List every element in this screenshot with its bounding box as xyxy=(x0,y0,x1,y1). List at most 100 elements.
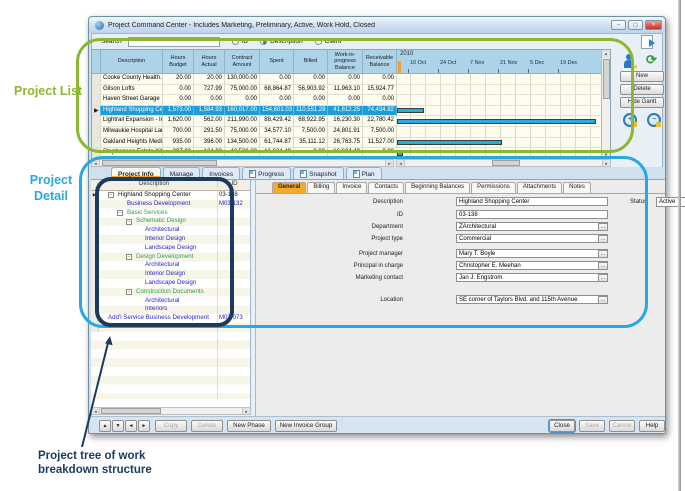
zoom-in-icon[interactable]: + xyxy=(623,113,637,127)
tree-node-label[interactable]: Highland Shopping Center xyxy=(118,191,191,200)
value-cell[interactable]: 211,990.00 xyxy=(225,116,260,127)
tree-node-label[interactable]: Add'l Service Business Development xyxy=(108,314,209,323)
scroll-left-icon[interactable]: ◄ xyxy=(92,160,100,166)
tree-node-label[interactable]: Design Development xyxy=(136,253,193,262)
gantt-hscrollbar[interactable]: ◄► xyxy=(396,159,611,167)
lookup-button[interactable]: … xyxy=(598,250,608,258)
scroll-right-icon[interactable]: ► xyxy=(385,160,393,166)
value-cell[interactable]: 41,612.25 xyxy=(328,106,363,117)
tree-row-selector[interactable] xyxy=(91,200,99,209)
new-invoice-group-button[interactable]: New Invoice Group xyxy=(275,420,337,432)
tree-node[interactable]: Business DevelopmentM03-132 xyxy=(91,200,250,209)
tree-collapse-icon[interactable]: − xyxy=(126,219,132,225)
subtab-notes[interactable]: Notes xyxy=(563,182,591,193)
tree-row-selector[interactable] xyxy=(91,297,99,306)
value-cell[interactable]: 0.00 xyxy=(363,74,397,85)
value-cell[interactable]: 75,000.00 xyxy=(225,85,260,96)
value-cell[interactable]: 1,620.00 xyxy=(163,116,194,127)
tree-node[interactable]: Interior Design xyxy=(91,235,250,244)
tree-node-label[interactable]: Business Development xyxy=(127,200,190,209)
tree-node[interactable]: Interiors xyxy=(91,305,250,314)
subtab-beginning-balances[interactable]: Beginning Balances xyxy=(405,182,470,193)
row-selector-cell[interactable] xyxy=(92,116,101,127)
tree-hscrollbar-track[interactable]: ◄► xyxy=(91,407,251,415)
tree-row-selector[interactable] xyxy=(91,217,99,226)
project-name-cell[interactable]: Gilson Lofts xyxy=(101,85,163,96)
value-cell[interactable]: 16,624.49 xyxy=(328,148,363,159)
help-button[interactable]: Help xyxy=(639,420,665,432)
lookup-button[interactable]: … xyxy=(598,235,608,243)
table-vscrollbar[interactable]: ▲▼ xyxy=(601,50,610,159)
report-icon[interactable] xyxy=(641,35,653,49)
project-name-cell[interactable]: Haven Street Garage xyxy=(101,95,163,106)
value-cell[interactable]: 20.00 xyxy=(163,74,194,85)
value-cell[interactable]: 397.00 xyxy=(163,148,194,159)
field-project-type[interactable]: Commercial xyxy=(456,234,608,243)
tree-node-label[interactable]: Architectural xyxy=(145,226,179,235)
tree-row-selector[interactable]: ▶ xyxy=(91,191,99,200)
column-header[interactable]: Spent xyxy=(260,50,294,74)
radio-description[interactable]: Description xyxy=(260,38,303,45)
tab-progress[interactable]: Progress xyxy=(242,167,291,179)
value-cell[interactable]: 935.00 xyxy=(163,138,194,149)
person-icon[interactable] xyxy=(623,54,638,69)
value-cell[interactable]: 0.00 xyxy=(225,95,260,106)
column-header[interactable]: Hours Budget xyxy=(163,50,194,74)
tree-node-label[interactable]: Landscape Design xyxy=(145,279,196,288)
tree-node-label[interactable]: Additional Services xyxy=(108,323,161,332)
value-cell[interactable]: 68,922.95 xyxy=(294,116,328,127)
value-cell[interactable]: 1,573.00 xyxy=(163,106,194,117)
scroll-down-icon[interactable]: ▼ xyxy=(602,151,610,159)
value-cell[interactable]: 74,434.82 xyxy=(363,106,397,117)
value-cell[interactable]: 35,111.12 xyxy=(294,138,328,149)
tree-row-selector[interactable] xyxy=(91,270,99,279)
column-header[interactable]: Hours Actual xyxy=(194,50,225,74)
radio-client[interactable]: Client xyxy=(315,38,342,45)
value-cell[interactable]: 396.00 xyxy=(194,138,225,149)
tab-manage[interactable]: Manage xyxy=(163,167,201,179)
radio-id[interactable]: ID xyxy=(232,38,249,45)
row-selector-cell[interactable]: ▶ xyxy=(92,106,101,117)
lookup-button[interactable]: … xyxy=(598,223,608,231)
tree-node[interactable]: Additional Services xyxy=(91,323,250,332)
tree-row-selector[interactable] xyxy=(91,314,99,323)
tree-node[interactable]: Architectural xyxy=(91,226,250,235)
close-window-button[interactable]: ✕ xyxy=(645,20,662,30)
value-cell[interactable]: 0.00 xyxy=(260,95,294,106)
value-cell[interactable]: 0.00 xyxy=(260,74,294,85)
tree-node-label[interactable]: Architectural xyxy=(145,297,179,306)
value-cell[interactable]: 24,801.91 xyxy=(328,127,363,138)
value-cell[interactable]: 130,000.00 xyxy=(225,74,260,85)
search-input[interactable] xyxy=(128,37,220,47)
close-button[interactable]: Close xyxy=(549,420,575,432)
field-id[interactable]: 03-138 xyxy=(456,210,608,219)
lookup-button[interactable]: … xyxy=(598,296,608,304)
subtab-invoice[interactable]: Invoice xyxy=(336,182,367,193)
maximize-button[interactable]: ▢ xyxy=(628,20,643,30)
column-header[interactable]: Work-in- progress Balance xyxy=(328,50,363,74)
gantt-bar[interactable] xyxy=(397,108,424,113)
minimize-button[interactable]: – xyxy=(611,20,626,30)
tree-node[interactable]: Architectural xyxy=(91,297,250,306)
value-cell[interactable]: 16,230.30 xyxy=(328,116,363,127)
hscroll-thumb[interactable] xyxy=(102,160,217,166)
tree-hscroll-thumb[interactable] xyxy=(101,408,161,414)
value-cell[interactable]: 0.00 xyxy=(194,95,225,106)
nav-left-button[interactable]: ◄ xyxy=(125,420,137,432)
delete-button[interactable]: Delete xyxy=(620,84,664,95)
value-cell[interactable]: 22,780.42 xyxy=(363,116,397,127)
value-cell[interactable]: 700.00 xyxy=(163,127,194,138)
tab-plan[interactable]: Plan xyxy=(346,167,382,179)
lookup-button[interactable]: … xyxy=(598,274,608,282)
new-phase-button[interactable]: New Phase xyxy=(227,420,271,432)
tree-node-label[interactable]: Landscape Design xyxy=(145,244,196,253)
tree-node-label[interactable]: Interior Design xyxy=(145,235,185,244)
zoom-out-icon[interactable]: − xyxy=(647,113,661,127)
scroll-up-icon[interactable]: ▲ xyxy=(602,50,610,58)
field-location[interactable]: SE corner of Taylors Blvd. and 115th Ave… xyxy=(456,295,608,304)
project-name-cell[interactable]: Lightrail Expansion - Ir.. xyxy=(101,116,163,127)
tree-row-selector[interactable] xyxy=(91,323,99,332)
tree-node-label[interactable]: Schematic Design xyxy=(136,217,186,226)
hide-gantt-button[interactable]: Hide Gantt xyxy=(620,97,664,108)
project-name-cell[interactable]: Milwaukie Hospital Lan. xyxy=(101,127,163,138)
